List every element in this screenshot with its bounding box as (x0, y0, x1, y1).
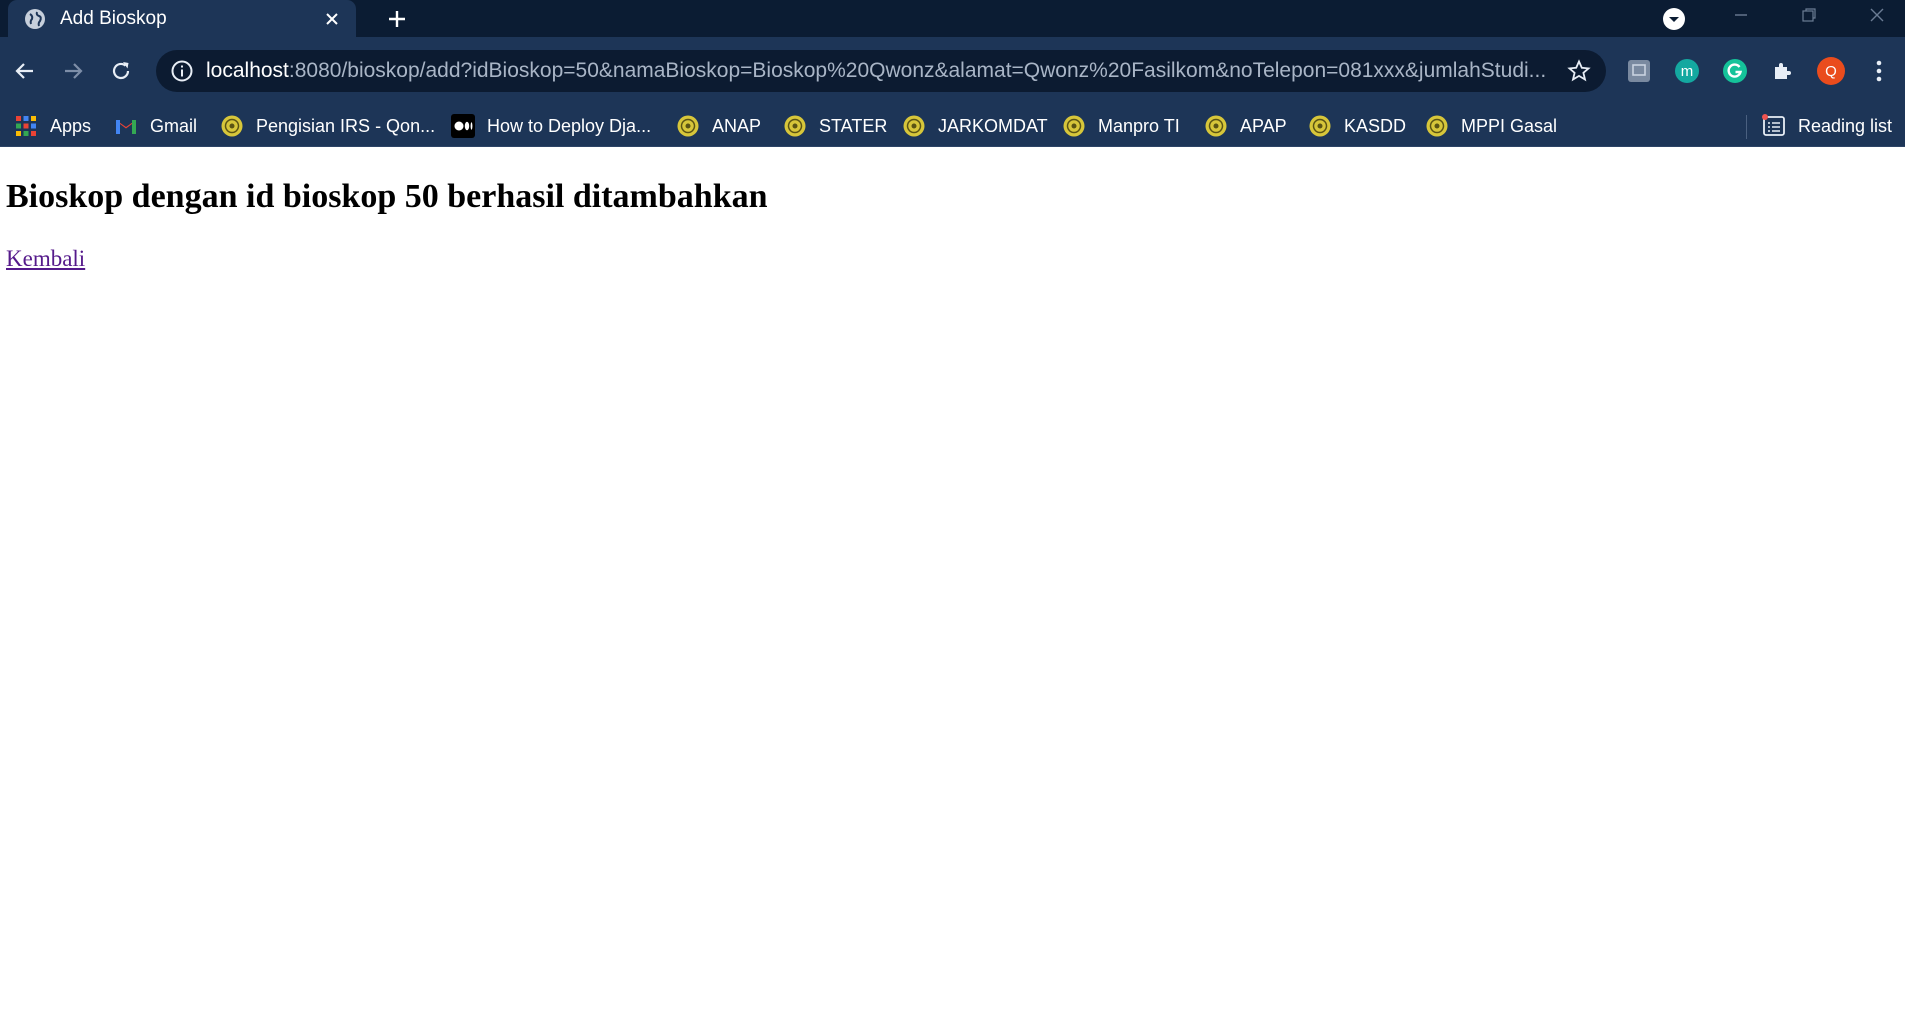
svg-text:m: m (1681, 63, 1694, 80)
ui-logo-icon (1063, 115, 1085, 137)
plus-icon (389, 11, 405, 27)
restore-button[interactable] (1784, 0, 1834, 30)
bookmark-label: Gmail (150, 115, 198, 136)
bookmark-label: ANAP (712, 115, 762, 136)
bookmark-label: Pengisian IRS - Qon... (256, 115, 436, 136)
bookmark-apap[interactable]: APAP (1204, 105, 1287, 147)
back-link[interactable]: Kembali (6, 246, 85, 272)
back-button[interactable] (8, 54, 42, 88)
ui-logo-icon (1309, 115, 1331, 137)
bookmark-label: How to Deploy Dja... (487, 115, 652, 136)
reading-list-label: Reading list (1798, 115, 1893, 136)
url-host: localhost (206, 59, 289, 82)
browser-toolbar: localhost:8080/bioskop/add?idBioskop=50&… (0, 37, 1905, 105)
ui-logo-icon (903, 115, 925, 137)
bookmark-label: Manpro TI (1098, 115, 1180, 136)
reload-icon (112, 62, 130, 80)
bookmark-label: JARKOMDAT (938, 115, 1048, 136)
reading-list-button[interactable]: Reading list (1762, 105, 1892, 147)
tab-title: Add Bioskop (60, 7, 167, 29)
bookmark-mppi-gasal[interactable]: MPPI Gasal (1425, 105, 1557, 147)
bookmark-gmail[interactable]: Gmail (114, 105, 197, 147)
profile-initial: Q (1825, 62, 1837, 80)
extension-screenshot-icon[interactable] (1624, 56, 1654, 86)
ui-logo-icon (1426, 115, 1448, 137)
bookmark-label: APAP (1240, 115, 1287, 136)
bookmark-how-to-deploy[interactable]: How to Deploy Dja... (451, 105, 651, 147)
chevron-down-circle-icon (1663, 8, 1685, 30)
bookmarks-bar: Apps Gmail Pengisian IRS - Qon... How to… (0, 105, 1905, 147)
globe-icon (25, 8, 45, 29)
minimize-icon (1735, 14, 1747, 16)
bookmark-stater[interactable]: STATER (783, 105, 887, 147)
tab-search-button[interactable] (1660, 5, 1688, 33)
bookmark-label: MPPI Gasal (1461, 115, 1558, 136)
ui-logo-icon (1205, 115, 1227, 137)
close-window-button[interactable] (1852, 0, 1902, 30)
bookmark-jarkomdat[interactable]: JARKOMDAT (902, 105, 1048, 147)
url-path: :8080/bioskop/add?idBioskop=50&namaBiosk… (288, 59, 1547, 82)
info-icon[interactable] (170, 59, 194, 83)
ui-logo-icon (784, 115, 806, 137)
ui-logo-icon (221, 115, 243, 137)
tab-add-bioskop[interactable]: Add Bioskop (8, 0, 356, 37)
bookmark-manpro-ti[interactable]: Manpro TI (1062, 105, 1180, 147)
page-content: Bioskop dengan id bioskop 50 berhasil di… (0, 148, 1905, 1013)
bookmark-anap[interactable]: ANAP (676, 105, 761, 147)
bookmark-label: KASDD (1344, 115, 1407, 136)
minimize-button[interactable] (1716, 0, 1766, 30)
grammarly-icon[interactable] (1720, 56, 1750, 86)
forward-button[interactable] (56, 54, 90, 88)
close-tab-icon[interactable] (318, 5, 346, 33)
bookmark-apps[interactable]: Apps (14, 105, 91, 147)
bookmark-label: STATER (819, 115, 888, 136)
address-bar[interactable]: localhost:8080/bioskop/add?idBioskop=50&… (156, 50, 1606, 92)
extensions-puzzle-icon[interactable] (1768, 56, 1798, 86)
reading-list-icon (1762, 114, 1785, 136)
menu-kebab-icon[interactable] (1864, 56, 1894, 86)
bookmark-label: Apps (50, 115, 92, 136)
arrow-left-icon (15, 63, 33, 79)
reload-button[interactable] (104, 54, 138, 88)
bookmark-star-icon[interactable] (1564, 56, 1594, 86)
close-icon (1870, 8, 1884, 22)
arrow-right-icon (65, 63, 83, 79)
bookmarks-divider (1746, 115, 1747, 139)
new-tab-button[interactable] (382, 4, 412, 34)
url-text: localhost:8080/bioskop/add?idBioskop=50&… (206, 59, 1564, 83)
page-heading: Bioskop dengan id bioskop 50 berhasil di… (6, 178, 768, 215)
bookmark-kasdd[interactable]: KASDD (1308, 105, 1406, 147)
profile-avatar[interactable]: Q (1816, 56, 1846, 86)
bookmark-pengisian-irs[interactable]: Pengisian IRS - Qon... (220, 105, 435, 147)
ui-logo-icon (677, 115, 699, 137)
extension-m-icon[interactable]: m (1672, 56, 1702, 86)
restore-icon (1802, 8, 1816, 22)
medium-icon (451, 114, 475, 138)
gmail-icon (116, 120, 136, 134)
apps-grid-icon (16, 116, 36, 136)
tab-strip: Add Bioskop (0, 0, 1905, 37)
